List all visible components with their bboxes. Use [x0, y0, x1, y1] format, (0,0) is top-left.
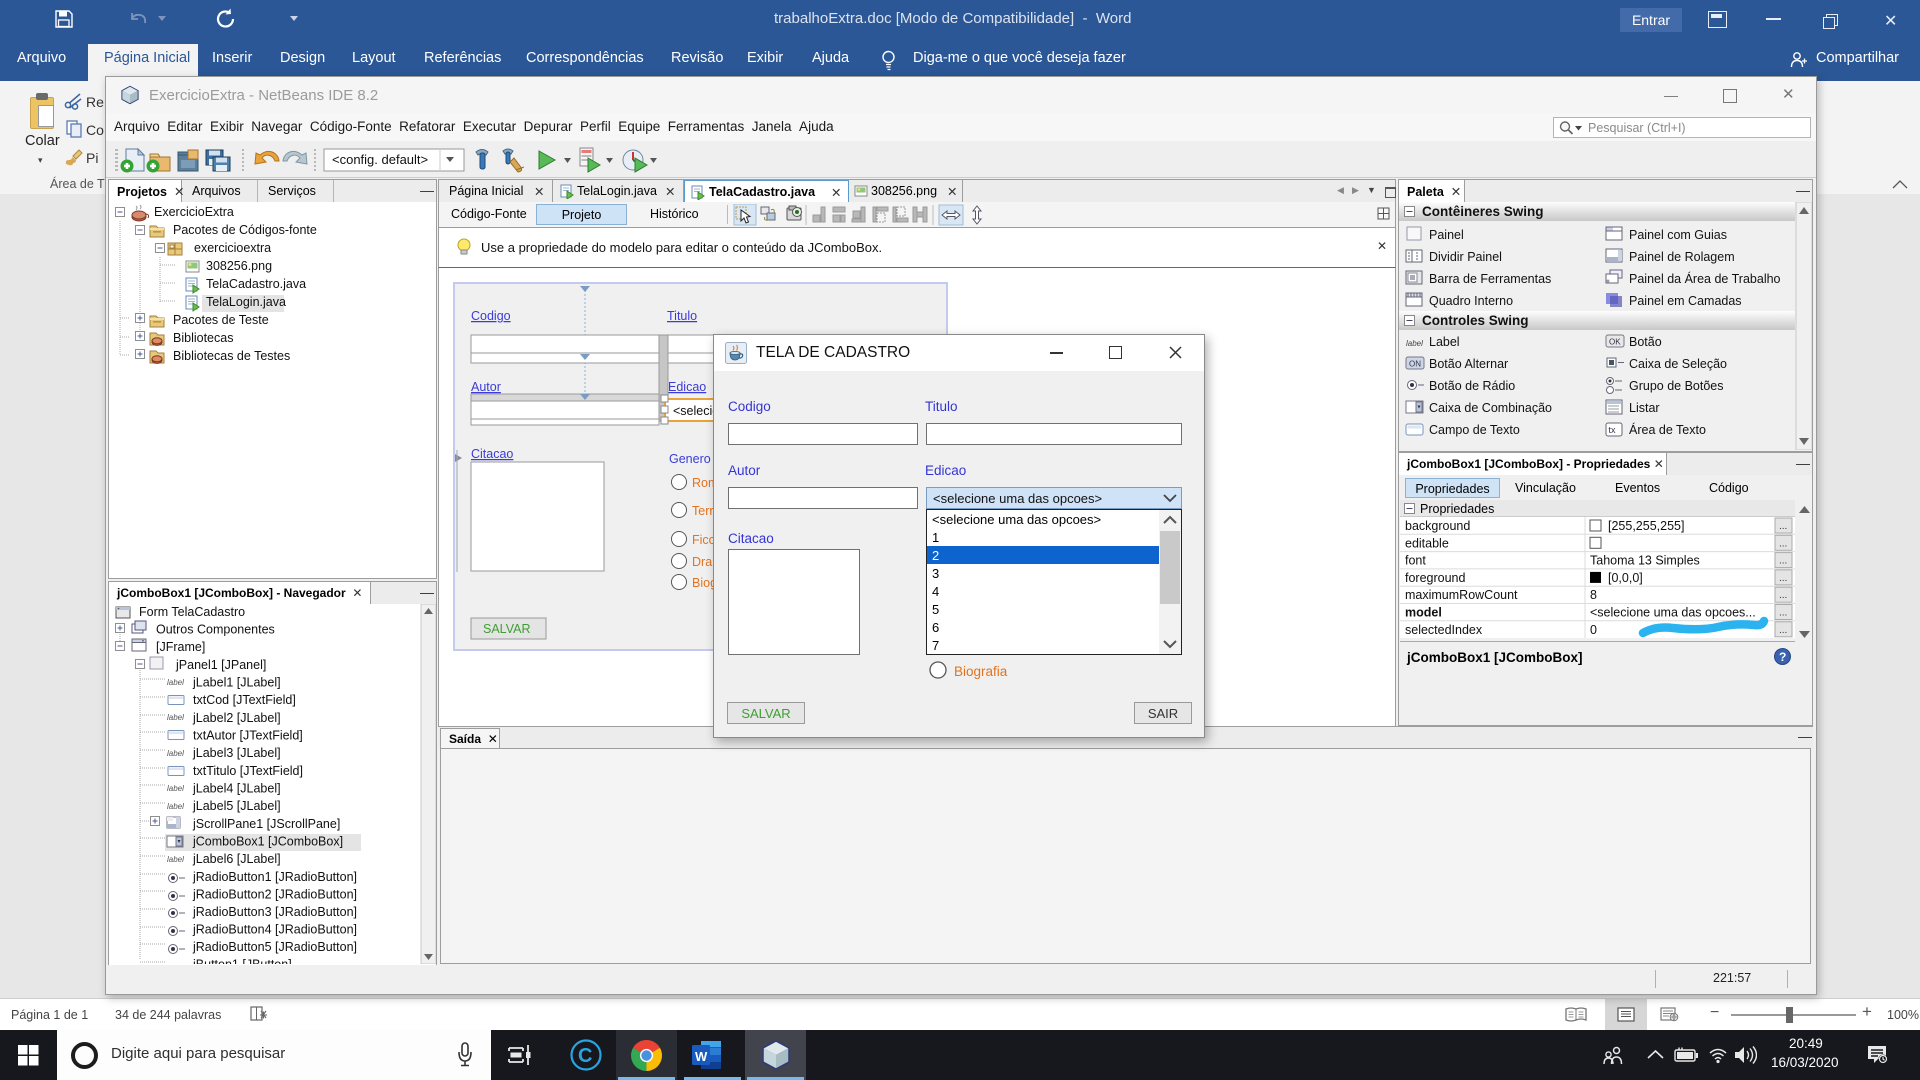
svg-text:...: ...	[1779, 556, 1787, 567]
svg-text:label: label	[1406, 339, 1423, 348]
svg-text:Citacao: Citacao	[471, 447, 513, 461]
svg-text:...: ...	[1779, 538, 1787, 549]
svg-text:Titulo: Titulo	[667, 309, 697, 323]
svg-text:<config. default>: <config. default>	[332, 152, 428, 167]
svg-text:jLabel2 [JLabel]: jLabel2 [JLabel]	[192, 711, 281, 725]
svg-text:Outros Componentes: Outros Componentes	[156, 623, 275, 637]
svg-text:jRadioButton4 [JRadioButton]: jRadioButton4 [JRadioButton]	[192, 923, 357, 937]
svg-text:font: font	[1405, 554, 1426, 568]
svg-text:jButton1 [JButton]: jButton1 [JButton]	[192, 958, 292, 965]
svg-text:model: model	[1405, 606, 1442, 620]
svg-text:[0,0,0]: [0,0,0]	[1608, 571, 1643, 585]
svg-text:label: label	[167, 784, 184, 793]
svg-text:Form TelaCadastro: Form TelaCadastro	[139, 605, 245, 619]
svg-text:jLabel1 [JLabel]: jLabel1 [JLabel]	[192, 676, 281, 690]
svg-text:jPanel1 [JPanel]: jPanel1 [JPanel]	[175, 658, 266, 672]
svg-text:OK: OK	[1609, 338, 1621, 347]
svg-text:maximumRowCount: maximumRowCount	[1405, 588, 1518, 602]
svg-text:Tahoma 13 Simples: Tahoma 13 Simples	[1590, 554, 1700, 568]
svg-text:ON: ON	[1409, 360, 1421, 369]
svg-text:Painel: Painel	[1429, 228, 1464, 242]
svg-text:Pacotes de Teste: Pacotes de Teste	[173, 313, 269, 327]
svg-text:...: ...	[1779, 590, 1787, 601]
svg-text:label: label	[167, 749, 184, 758]
svg-text:308256.png: 308256.png	[206, 259, 272, 273]
svg-text:W: W	[695, 1049, 708, 1064]
svg-text:Caixa de Seleção: Caixa de Seleção	[1629, 357, 1727, 371]
svg-text:Caixa de Combinação: Caixa de Combinação	[1429, 401, 1552, 415]
svg-text:Codigo: Codigo	[471, 309, 511, 323]
svg-text:label: label	[167, 678, 184, 687]
svg-text:label: label	[167, 855, 184, 864]
svg-text:editable: editable	[1405, 536, 1449, 550]
svg-text:txtCod [JTextField]: txtCod [JTextField]	[193, 693, 296, 707]
svg-text:Controles Swing: Controles Swing	[1422, 313, 1529, 328]
svg-text:Dividir Painel: Dividir Painel	[1429, 250, 1502, 264]
svg-text:[255,255,255]: [255,255,255]	[1608, 519, 1684, 533]
svg-text:exercicioextra: exercicioextra	[194, 241, 271, 255]
svg-text:Bibliotecas de Testes: Bibliotecas de Testes	[173, 349, 290, 363]
svg-text:jComboBox1 [JComboBox]: jComboBox1 [JComboBox]	[192, 835, 343, 849]
svg-text:...: ...	[1779, 521, 1787, 532]
svg-text:jRadioButton2 [JRadioButton]: jRadioButton2 [JRadioButton]	[192, 888, 357, 902]
svg-text:SALVAR: SALVAR	[483, 622, 530, 636]
svg-text:ExercicioExtra: ExercicioExtra	[154, 205, 234, 219]
svg-text:jLabel5 [JLabel]: jLabel5 [JLabel]	[192, 799, 281, 813]
svg-text:...: ...	[1779, 573, 1787, 584]
svg-text:Painel em Camadas: Painel em Camadas	[1629, 294, 1742, 308]
svg-text:foreground: foreground	[1405, 571, 1466, 585]
svg-text:selectedIndex: selectedIndex	[1405, 623, 1483, 637]
svg-text:Botão Alternar: Botão Alternar	[1429, 357, 1508, 371]
svg-text:Genero: Genero	[669, 452, 711, 466]
svg-text:Edicao: Edicao	[668, 380, 706, 394]
svg-text:Pacotes de Códigos-fonte: Pacotes de Códigos-fonte	[173, 223, 317, 237]
svg-text:jScrollPane1 [JScrollPane]: jScrollPane1 [JScrollPane]	[192, 817, 340, 831]
svg-text:txtAutor [JTextField]: txtAutor [JTextField]	[193, 729, 303, 743]
svg-text:Campo de Texto: Campo de Texto	[1429, 423, 1520, 437]
svg-text:8: 8	[1590, 588, 1597, 602]
svg-text:0: 0	[1590, 623, 1597, 637]
svg-text:Grupo de Botões: Grupo de Botões	[1629, 379, 1724, 393]
svg-text:jRadioButton3 [JRadioButton]: jRadioButton3 [JRadioButton]	[192, 905, 357, 919]
svg-text:C: C	[578, 1045, 592, 1067]
svg-text:Área de Texto: Área de Texto	[1629, 422, 1706, 437]
svg-text:Label: Label	[1429, 335, 1460, 349]
svg-text:label: label	[167, 713, 184, 722]
svg-text:Terr: Terr	[692, 504, 714, 518]
svg-text:jRadioButton5 [JRadioButton]: jRadioButton5 [JRadioButton]	[192, 940, 357, 954]
svg-text:...: ...	[1779, 625, 1787, 636]
svg-text:jRadioButton1 [JRadioButton]: jRadioButton1 [JRadioButton]	[192, 870, 357, 884]
svg-text:Painel com Guias: Painel com Guias	[1629, 228, 1727, 242]
svg-text:Ficc: Ficc	[692, 533, 715, 547]
svg-text:txtTitulo [JTextField]: txtTitulo [JTextField]	[193, 764, 303, 778]
svg-text:jLabel3 [JLabel]: jLabel3 [JLabel]	[192, 746, 281, 760]
svg-text:jLabel6 [JLabel]: jLabel6 [JLabel]	[192, 852, 281, 866]
svg-text:Painel de Rolagem: Painel de Rolagem	[1629, 250, 1735, 264]
svg-text:Barra de Ferramentas: Barra de Ferramentas	[1429, 272, 1551, 286]
svg-text:TelaCadastro.java: TelaCadastro.java	[206, 277, 306, 291]
svg-text:Painel da Área de Trabalho: Painel da Área de Trabalho	[1629, 271, 1781, 286]
svg-text:TelaLogin.java: TelaLogin.java	[206, 295, 286, 309]
svg-text:Botão: Botão	[1629, 335, 1662, 349]
svg-text:Listar: Listar	[1629, 401, 1660, 415]
svg-text:background: background	[1405, 519, 1470, 533]
svg-text:label: label	[167, 802, 184, 811]
svg-text:Botão de Rádio: Botão de Rádio	[1429, 379, 1515, 393]
svg-text:Autor: Autor	[471, 380, 501, 394]
svg-text:[JFrame]: [JFrame]	[156, 640, 205, 654]
svg-text:Quadro Interno: Quadro Interno	[1429, 294, 1513, 308]
svg-text:Contêineres Swing: Contêineres Swing	[1422, 204, 1544, 219]
svg-text:tx: tx	[1609, 425, 1617, 435]
svg-text:?: ?	[1779, 650, 1786, 664]
svg-text:Bibliotecas: Bibliotecas	[173, 331, 233, 345]
svg-text:...: ...	[1779, 608, 1787, 619]
svg-text:jLabel4 [JLabel]: jLabel4 [JLabel]	[192, 782, 281, 796]
svg-text:<selecione uma das opcoes...: <selecione uma das opcoes...	[1590, 606, 1756, 620]
